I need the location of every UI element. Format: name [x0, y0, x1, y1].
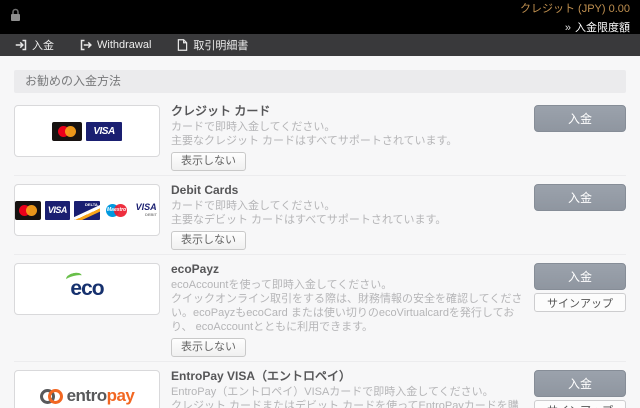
- method-row-credit-card: VISA クレジット カード カードで即時入金してください。 主要なクレジット …: [14, 97, 626, 175]
- entropay-mark-icon: [40, 386, 63, 407]
- credit-card-logo-box: VISA: [14, 105, 160, 157]
- nav-item-withdrawal[interactable]: Withdrawal: [67, 34, 164, 56]
- sign-out-icon: [80, 39, 92, 51]
- hide-button[interactable]: 表示しない: [171, 338, 246, 357]
- mastercard-logo: [52, 122, 82, 141]
- deposit-limit-link[interactable]: » 入金限度額: [565, 19, 630, 35]
- method-actions: 入金 サインアップ WEB サイトを表示: [534, 370, 626, 408]
- method-desc-line: EntroPay（エントロペイ）VISAカードで即時入金してください。: [171, 385, 526, 399]
- method-desc-line: ecoAccountを使って即時入金してください。: [171, 278, 526, 292]
- deposit-button[interactable]: 入金: [534, 105, 626, 132]
- maestro-logo: Maestro: [104, 201, 130, 220]
- entropay-logo: entropay: [40, 386, 135, 407]
- signup-button[interactable]: サインアップ: [534, 293, 626, 312]
- method-desc-line: 主要なクレジット カードはすべてサポートされています。: [171, 134, 526, 148]
- method-title: Debit Cards: [171, 183, 526, 197]
- method-title: クレジット カード: [171, 104, 526, 118]
- method-desc-line: カードで即時入金してください。: [171, 199, 526, 213]
- mastercard-logo: [15, 201, 41, 220]
- visa-logo: VISA: [45, 201, 71, 220]
- method-title: EntroPay VISA（エントロペイ）: [171, 369, 526, 383]
- method-row-entropay: entropay EntroPay VISA（エントロペイ） EntroPay（…: [14, 361, 626, 408]
- top-bar: クレジット (JPY) 0.00 » 入金限度額: [0, 0, 640, 34]
- visa-debit-logo: VISADEBIT: [133, 201, 159, 220]
- deposit-button[interactable]: 入金: [534, 263, 626, 290]
- deposit-limit-label: 入金限度額: [575, 22, 630, 34]
- method-info: Debit Cards カードで即時入金してください。 主要なデビット カードは…: [171, 183, 526, 250]
- method-row-ecopayz: eco ecoPayz ecoAccountを使って即時入金してください。 クイ…: [14, 254, 626, 361]
- deposit-button[interactable]: 入金: [534, 184, 626, 211]
- hide-button[interactable]: 表示しない: [171, 231, 246, 250]
- ecopayz-logo-box: eco: [14, 263, 160, 315]
- method-title: ecoPayz: [171, 262, 526, 276]
- main-content: お勧めの入金方法 VISA クレジット カード カードで即時入金してください。 …: [0, 70, 640, 408]
- method-desc-line: クイックオンライン取引をする際は、財務情報の安全を確認してください。ecoPay…: [171, 292, 526, 334]
- method-actions: 入金 サインアップ: [534, 263, 626, 312]
- nav-item-label: Withdrawal: [97, 39, 151, 51]
- visa-logo: VISA: [86, 122, 122, 141]
- credit-balance: クレジット (JPY) 0.00: [520, 0, 630, 16]
- method-info: クレジット カード カードで即時入金してください。 主要なクレジット カードはす…: [171, 104, 526, 171]
- nav-item-deposit[interactable]: 入金: [2, 34, 67, 56]
- method-row-debit-cards: VISA DELTA Maestro VISADEBIT Debit Cards…: [14, 175, 626, 254]
- method-desc-line: 主要なデビット カードはすべてサポートされています。: [171, 213, 526, 227]
- method-desc-line: カードで即時入金してください。: [171, 120, 526, 134]
- visa-delta-logo: DELTA: [74, 201, 100, 220]
- document-icon: [177, 39, 188, 51]
- section-header: お勧めの入金方法: [14, 70, 626, 93]
- hide-button[interactable]: 表示しない: [171, 152, 246, 171]
- lock-icon: [10, 8, 21, 27]
- sign-in-icon: [15, 39, 27, 51]
- double-chevron-icon: »: [565, 22, 571, 34]
- method-desc-line: クレジット カードまたはデビット カードを使ってEntroPayカードを購入でき…: [171, 399, 526, 408]
- deposit-methods-list: VISA クレジット カード カードで即時入金してください。 主要なクレジット …: [14, 97, 626, 408]
- method-actions: 入金: [534, 184, 626, 211]
- nav-item-statement[interactable]: 取引明細書: [164, 34, 261, 56]
- method-info: EntroPay VISA（エントロペイ） EntroPay（エントロペイ）VI…: [171, 369, 526, 408]
- entropay-logo-box: entropay: [14, 370, 160, 408]
- signup-button[interactable]: サインアップ: [534, 400, 626, 408]
- ecopayz-logo: eco: [70, 277, 103, 301]
- method-actions: 入金: [534, 105, 626, 132]
- nav-item-label: 入金: [32, 37, 54, 53]
- nav-item-label: 取引明細書: [193, 37, 248, 53]
- deposit-button[interactable]: 入金: [534, 370, 626, 397]
- method-info: ecoPayz ecoAccountを使って即時入金してください。 クイックオン…: [171, 262, 526, 357]
- debit-cards-logo-box: VISA DELTA Maestro VISADEBIT: [14, 184, 160, 236]
- nav-bar: 入金 Withdrawal 取引明細書: [0, 34, 640, 56]
